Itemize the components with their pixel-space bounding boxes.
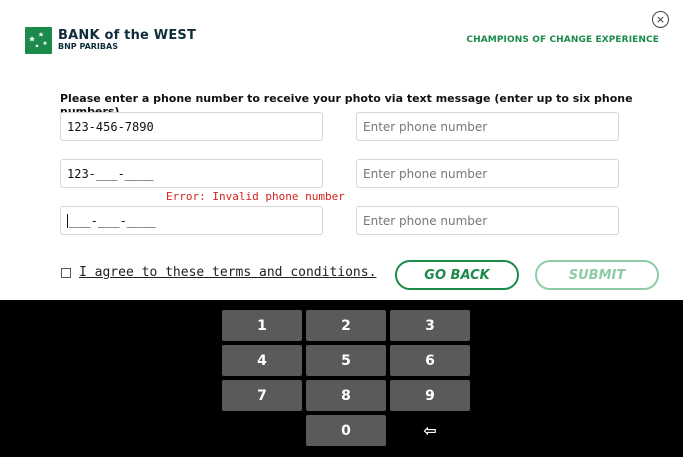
- key-0[interactable]: 0: [306, 415, 386, 446]
- terms-agreement: I agree to these terms and conditions.: [61, 265, 376, 280]
- key-9[interactable]: 9: [390, 380, 470, 411]
- terms-checkbox[interactable]: [61, 267, 71, 278]
- phone-input-4-placeholder: Enter phone number: [363, 166, 488, 181]
- brand-name: BANK of the WEST: [58, 28, 197, 43]
- bank-logo-text: BANK of the WEST BNP PARIBAS: [58, 29, 196, 51]
- key-1[interactable]: 1: [222, 310, 302, 341]
- brand-subname: BNP PARIBAS: [58, 42, 118, 51]
- close-icon[interactable]: ×: [652, 11, 669, 28]
- phone-input-1[interactable]: 123-456-7890: [60, 112, 323, 141]
- phone-input-6[interactable]: Enter phone number: [356, 206, 619, 235]
- phone-input-3-value: 123-___-____: [67, 166, 154, 181]
- key-3[interactable]: 3: [390, 310, 470, 341]
- error-message: Error: Invalid phone number: [166, 190, 345, 203]
- key-8[interactable]: 8: [306, 380, 386, 411]
- submit-button[interactable]: SUBMIT: [535, 260, 659, 290]
- numeric-keypad: 1 2 3 4 5 6 7 8 9 0 ⇦: [0, 300, 683, 457]
- phone-input-2[interactable]: Enter phone number: [356, 112, 619, 141]
- bnp-stars-icon: [25, 26, 52, 54]
- terms-link[interactable]: I agree to these terms and conditions.: [79, 265, 376, 280]
- backspace-icon[interactable]: ⇦: [390, 415, 470, 446]
- phone-input-3[interactable]: 123-___-____: [60, 159, 323, 188]
- form-panel: BANK of the WEST BNP PARIBAS × CHAMPIONS…: [0, 0, 683, 300]
- key-6[interactable]: 6: [390, 345, 470, 376]
- key-2[interactable]: 2: [306, 310, 386, 341]
- key-7[interactable]: 7: [222, 380, 302, 411]
- tagline: CHAMPIONS OF CHANGE EXPERIENCE: [466, 35, 659, 45]
- phone-input-5[interactable]: ___-___-____: [60, 206, 323, 235]
- phone-input-5-value: ___-___-____: [69, 213, 156, 228]
- go-back-button[interactable]: GO BACK: [395, 260, 519, 290]
- key-5[interactable]: 5: [306, 345, 386, 376]
- text-caret: [67, 213, 68, 228]
- phone-input-6-placeholder: Enter phone number: [363, 213, 488, 228]
- phone-input-4[interactable]: Enter phone number: [356, 159, 619, 188]
- phone-input-2-placeholder: Enter phone number: [363, 119, 488, 134]
- bank-logo: BANK of the WEST BNP PARIBAS: [25, 26, 196, 54]
- key-4[interactable]: 4: [222, 345, 302, 376]
- phone-input-1-value: 123-456-7890: [67, 119, 154, 134]
